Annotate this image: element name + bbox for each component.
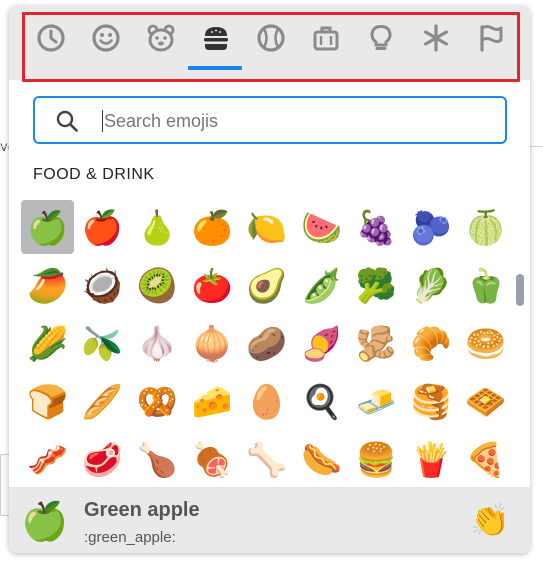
lightbulb-icon (370, 25, 392, 50)
emoji-cell[interactable]: 🧀 (185, 374, 238, 428)
emoji-cell[interactable]: 🥔 (240, 316, 293, 370)
emoji-cell[interactable]: 🥦 (350, 258, 403, 312)
section-title: FOOD & DRINK (33, 166, 155, 183)
emoji-cell[interactable]: 🍕 (459, 432, 512, 486)
search-box (33, 96, 507, 144)
preview-footer: 🍏 Green apple :green_apple: 👏 (9, 487, 530, 553)
briefcase-icon (313, 26, 339, 51)
tab-recent[interactable] (31, 18, 71, 58)
ball-icon (257, 24, 285, 52)
emoji-cell[interactable]: 🍈 (459, 200, 512, 254)
emoji-cell[interactable]: 🥭 (21, 258, 74, 312)
emoji-cell[interactable]: 🍞 (21, 374, 74, 428)
emoji-cell[interactable]: 🍅 (185, 258, 238, 312)
emoji-cell[interactable]: 🥥 (76, 258, 129, 312)
tab-activity[interactable] (251, 18, 291, 58)
emoji-cell[interactable]: 🥑 (240, 258, 293, 312)
emoji-row: 🍞 🥖 🥨 🧀 🥚 🍳 🧈 🥞 🧇 (21, 374, 514, 430)
burger-icon (204, 27, 228, 50)
emoji-cell[interactable]: 🍔 (350, 432, 403, 486)
emoji-cell[interactable]: 🫑 (459, 258, 512, 312)
emoji-cell[interactable]: 🥐 (404, 316, 457, 370)
emoji-cell[interactable]: 🍐 (131, 200, 184, 254)
tab-symbols[interactable] (416, 18, 456, 58)
emoji-cell[interactable]: 🍖 (185, 432, 238, 486)
emoji-cell[interactable]: 🦴 (240, 432, 293, 486)
emoji-cell[interactable]: 🧇 (459, 374, 512, 428)
preview-shortcode: :green_apple: (84, 529, 176, 546)
search-icon (56, 110, 78, 132)
emoji-cell[interactable]: 🥝 (131, 258, 184, 312)
preview-name: Green apple (84, 499, 200, 521)
emoji-cell[interactable]: 🍟 (404, 432, 457, 486)
tab-objects[interactable] (361, 18, 401, 58)
tab-animals[interactable] (141, 18, 181, 58)
tab-travel[interactable] (306, 18, 346, 58)
search-input[interactable] (104, 106, 494, 136)
tab-flags[interactable] (471, 18, 511, 58)
emoji-cell[interactable]: 🫒 (76, 316, 129, 370)
emoji-cell[interactable]: 🍗 (131, 432, 184, 486)
emoji-cell[interactable]: 🍋 (240, 200, 293, 254)
emoji-cell[interactable]: 🌭 (295, 432, 348, 486)
scrollbar-thumb[interactable] (516, 274, 524, 306)
scrollbar-track[interactable] (514, 200, 528, 488)
text-caret (102, 110, 103, 132)
skin-tone-button[interactable]: 👏 (469, 499, 511, 541)
asterisk-icon (424, 24, 448, 52)
emoji-cell[interactable]: 🥨 (131, 374, 184, 428)
emoji-cell[interactable]: 🍠 (295, 316, 348, 370)
emoji-row: 🌽 🫒 🧄 🧅 🥔 🍠 🫚 🥐 🥯 (21, 316, 514, 372)
tab-smileys[interactable] (86, 18, 126, 58)
emoji-picker: FOOD & DRINK 🍏🍎🍐🍊🍋🍉🍇🫐🍈🥭🥥🥝🍅🥑🫛🥦🥬🫑🌽🫒🧄🧅🥔🍠🫚🥐🥯… (9, 6, 530, 553)
emoji-cell[interactable]: 🥬 (404, 258, 457, 312)
emoji-cell[interactable]: 🥯 (459, 316, 512, 370)
emoji-cell[interactable]: 🍎 (76, 200, 129, 254)
emoji-row: 🥭 🥥 🥝 🍅 🥑 🫛 🥦 🥬 🫑 (21, 258, 514, 314)
emoji-row: 🍏 🍎 🍐 🍊 🍋 🍉 🍇 🫐 🍈 (21, 200, 514, 256)
clapping-hands-icon: 👏 (470, 501, 510, 539)
emoji-cell[interactable]: 🥚 (240, 374, 293, 428)
emoji-cell[interactable]: 🥓 (21, 432, 74, 486)
bear-icon (147, 24, 175, 52)
emoji-cell[interactable]: 🫐 (404, 200, 457, 254)
emoji-cell[interactable]: 🧅 (185, 316, 238, 370)
preview-emoji: 🍏 (21, 498, 69, 543)
emoji-cell[interactable]: 🍊 (185, 200, 238, 254)
emoji-cell[interactable]: 🧈 (350, 374, 403, 428)
tab-food-drink[interactable] (196, 18, 236, 58)
emoji-cell[interactable]: 🧄 (131, 316, 184, 370)
emoji-cell[interactable]: 🥞 (404, 374, 457, 428)
active-tab-indicator (188, 66, 242, 70)
emoji-grid: 🍏 🍎 🍐 🍊 🍋 🍉 🍇 🫐 🍈 🥭 🥥 🥝 🍅 🥑 🫛 🥦 🥬 🫑 🌽 🫒 🧄 🧅 🥔 🍠 🫚 🥐 🥯 🍞 🥖 🥨 🧀 🥚 🍳 🧈 🥞 🧇 🥓 🥩 🍗 🍖… (21, 200, 514, 488)
category-bar (9, 6, 530, 82)
emoji-cell[interactable]: 🌽 (21, 316, 74, 370)
clock-icon (37, 24, 65, 52)
emoji-grid-viewport: 🍏 🍎 🍐 🍊 🍋 🍉 🍇 🫐 🍈 🥭 🥥 🥝 🍅 🥑 🫛 🥦 🥬 🫑 🌽 🫒 🧄 🧅 🥔 🍠 🫚 🥐 🥯 🍞 🥖 🥨 🧀 🥚 🍳 🧈 🥞 🧇 🥓 🥩 🍗 🍖… (21, 200, 514, 488)
emoji-cell[interactable]: 🍉 (295, 200, 348, 254)
emoji-row: 🥓 🥩 🍗 🍖 🦴 🌭 🍔 🍟 🍕 (21, 432, 514, 488)
emoji-cell[interactable]: 🫚 (350, 316, 403, 370)
flag-icon (480, 25, 503, 52)
emoji-cell[interactable]: 🥖 (76, 374, 129, 428)
smiley-icon (92, 24, 120, 52)
emoji-cell[interactable]: 🍳 (295, 374, 348, 428)
emoji-cell[interactable]: 🍇 (350, 200, 403, 254)
emoji-cell[interactable]: 🥩 (76, 432, 129, 486)
emoji-cell[interactable]: 🫛 (295, 258, 348, 312)
emoji-cell[interactable]: 🍏 (21, 200, 75, 254)
